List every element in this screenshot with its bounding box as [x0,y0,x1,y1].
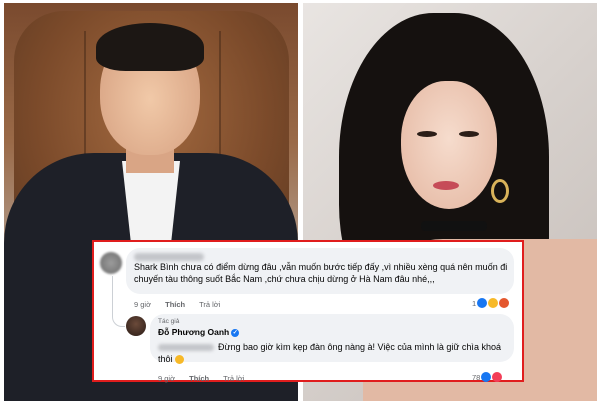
mentioned-name-blurred[interactable] [158,344,214,351]
commenter-name-blurred[interactable] [134,253,204,261]
author-name: Đỗ Phương Oanh [158,327,230,337]
lips [433,181,459,190]
like-reaction-icon [481,372,492,382]
comment-actions: 9 giờ Thích Trả lời [134,300,232,309]
angry-reaction-icon [499,298,510,308]
commenter-avatar-blurred[interactable] [100,252,122,274]
verified-badge-icon: ✓ [231,328,240,337]
reply-bubble: Tác giả Đỗ Phương Oanh ✓ Đừng bao giờ kìm… [150,314,514,365]
reaction-count: 78 [472,372,481,382]
reply-thread-line [112,276,125,327]
like-button[interactable]: Thích [165,300,185,309]
reply-time[interactable]: 9 giờ [158,374,175,383]
comment-text: Shark Bình chưa có điểm dừng đâu ,vẫn mu… [134,262,508,284]
smiling-face-emoji-icon [174,354,184,364]
comment-thread-screenshot: Shark Bình chưa có điểm dừng đâu ,vẫn mu… [92,240,524,383]
like-reaction-icon [477,298,488,308]
comment-time[interactable]: 9 giờ [134,300,151,309]
choker [421,221,487,231]
reply-text-row: Đừng bao giờ kìm kẹp đàn ông nàng à! Việ… [158,342,510,365]
reply-reactions[interactable]: 78 [472,372,503,382]
author-tag: Tác giả [158,318,179,325]
comment-reactions[interactable]: 1 [472,298,510,308]
reply-button[interactable]: Trả lời [199,300,220,309]
reaction-count: 1 [472,298,477,308]
reply-actions: 9 giờ Thích Trả lời [158,374,256,383]
eye [417,131,437,137]
author-tag-label: Tác giả [158,318,180,325]
eye [459,131,479,137]
reply-button[interactable]: Trả lời [223,374,244,383]
comment-bubble: Shark Bình chưa có điểm dừng đâu ,vẫn mu… [126,248,514,294]
author-name-row[interactable]: Đỗ Phương Oanh ✓ [158,327,240,337]
haha-reaction-icon [488,298,499,308]
like-button[interactable]: Thích [189,374,209,383]
earring [491,179,509,203]
hair [96,23,204,71]
love-reaction-icon [492,372,503,382]
author-avatar[interactable] [126,316,146,336]
